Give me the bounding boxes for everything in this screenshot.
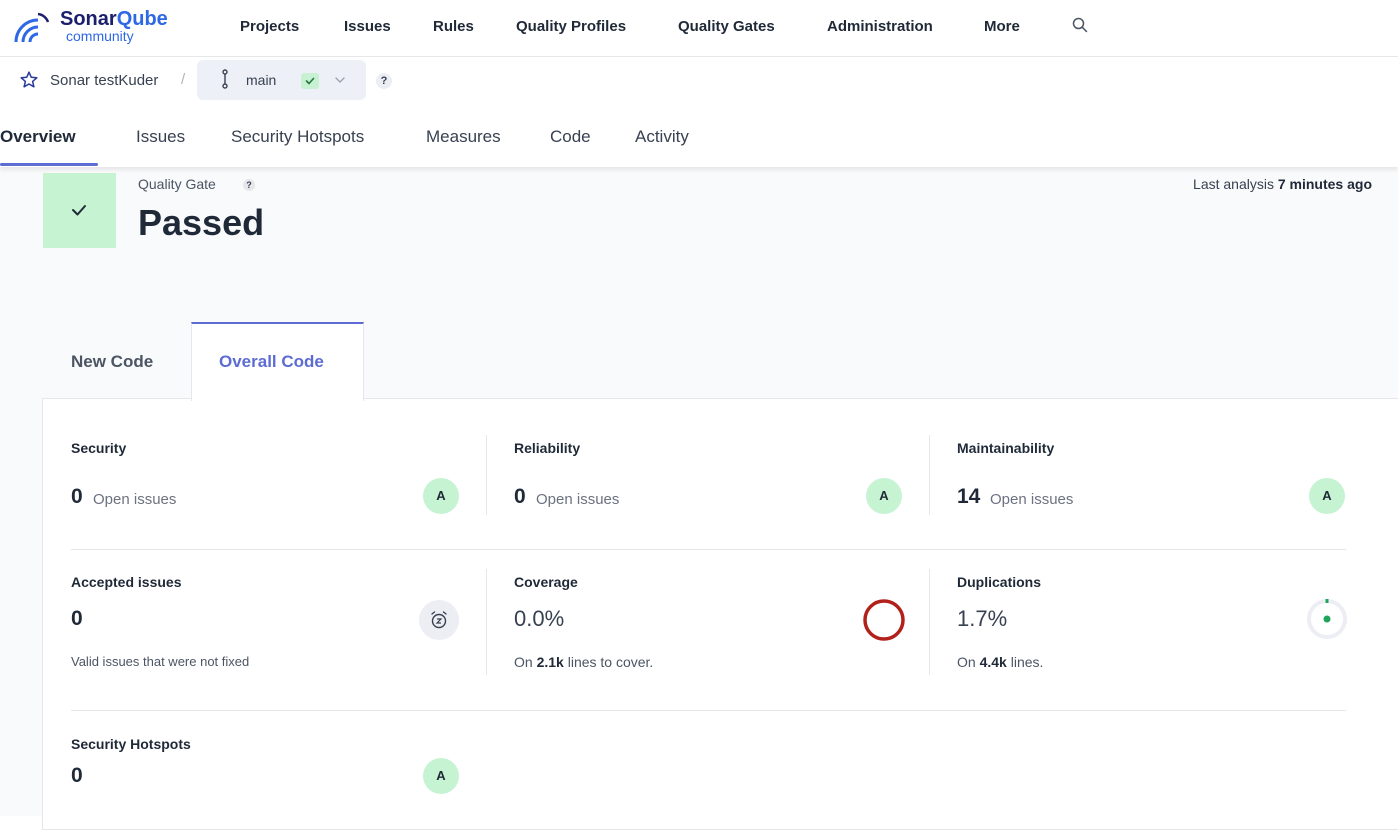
snooze-clock-badge: [419, 600, 459, 640]
tab-code[interactable]: Code: [550, 126, 591, 148]
branch-status-badge: [301, 73, 319, 89]
metric-note: Valid issues that were not fixed: [71, 654, 250, 669]
sonarqube-logo[interactable]: SonarQube community: [12, 6, 192, 50]
tab-overview[interactable]: Overview: [0, 126, 76, 148]
breadcrumb: Sonar testKuder / main ?: [0, 57, 1398, 106]
divider: [71, 710, 1346, 711]
project-tabs: Overview Issues Security Hotspots Measur…: [0, 105, 1398, 167]
metric-value[interactable]: 0.0%: [514, 607, 564, 631]
nav-issues[interactable]: Issues: [344, 17, 391, 37]
metric-title: Accepted issues: [71, 574, 182, 590]
tab-issues[interactable]: Issues: [136, 126, 185, 148]
nav-quality-profiles[interactable]: Quality Profiles: [516, 17, 626, 37]
metric-unit: Open issues: [990, 491, 1074, 508]
metric-value[interactable]: 0: [71, 764, 83, 788]
nav-administration[interactable]: Administration: [827, 17, 933, 37]
help-icon[interactable]: ?: [376, 73, 392, 89]
breadcrumb-separator: /: [181, 71, 186, 88]
last-analysis: Last analysis 7 minutes ago: [1193, 176, 1372, 192]
quality-gate-status: Passed: [138, 202, 265, 243]
active-tab-indicator: [0, 163, 98, 166]
measures-card: Security 0 Open issues A Reliability 0 O…: [42, 398, 1398, 830]
branch-selector[interactable]: main: [197, 60, 366, 100]
snooze-clock-icon: [431, 611, 447, 629]
rating-badge[interactable]: A: [423, 758, 459, 794]
nav-quality-gates[interactable]: Quality Gates: [678, 17, 775, 37]
divider: [486, 435, 487, 515]
top-navigation: SonarQube community Projects Issues Rule…: [0, 0, 1398, 57]
tab-new-code[interactable]: New Code: [71, 351, 153, 373]
metric-value[interactable]: 14: [957, 485, 980, 509]
logo-edition: community: [66, 28, 134, 44]
project-name[interactable]: Sonar testKuder: [50, 72, 158, 89]
star-icon[interactable]: [19, 70, 39, 90]
metric-note: On 2.1k lines to cover.: [514, 654, 654, 670]
nav-projects[interactable]: Projects: [240, 17, 299, 37]
divider: [929, 435, 930, 515]
overview-content: Quality Gate ? Passed Last analysis 7 mi…: [0, 167, 1398, 830]
metric-value[interactable]: 0: [71, 485, 83, 509]
metric-unit: Open issues: [93, 491, 177, 508]
metric-unit: Open issues: [536, 491, 620, 508]
duplication-dot-icon: [1307, 599, 1347, 639]
metric-title: Security: [71, 440, 127, 456]
tab-measures[interactable]: Measures: [426, 126, 501, 148]
divider: [486, 569, 487, 675]
tab-overall-code[interactable]: Overall Code: [219, 351, 324, 373]
sonarqube-logo-icon: [14, 12, 50, 43]
quality-gate-status-icon: [43, 173, 116, 248]
metric-value[interactable]: 0: [71, 607, 83, 631]
chevron-down-icon: [335, 77, 345, 83]
logo-wordmark: SonarQube: [60, 8, 168, 30]
divider: [929, 569, 930, 675]
coverage-ring-icon: [863, 599, 905, 641]
rating-badge[interactable]: A: [1309, 478, 1345, 514]
divider: [71, 549, 1346, 550]
last-analysis-time: 7 minutes ago: [1277, 176, 1372, 192]
tab-activity[interactable]: Activity: [635, 126, 689, 148]
search-icon[interactable]: [1071, 16, 1089, 34]
branch-icon: [222, 69, 228, 89]
help-icon[interactable]: ?: [243, 179, 255, 191]
rating-badge[interactable]: A: [423, 478, 459, 514]
metric-note: On 4.4k lines.: [957, 654, 1044, 670]
branch-name: main: [246, 72, 277, 88]
nav-more[interactable]: More: [984, 17, 1020, 37]
check-icon: [305, 77, 315, 85]
metric-title: Coverage: [514, 574, 578, 590]
nav-rules[interactable]: Rules: [433, 17, 474, 37]
metric-value[interactable]: 1.7%: [957, 607, 1007, 631]
quality-gate-label: Quality Gate: [138, 176, 216, 192]
metric-title: Duplications: [957, 574, 1042, 590]
metric-value[interactable]: 0: [514, 485, 526, 509]
tab-security-hotspots[interactable]: Security Hotspots: [231, 126, 364, 148]
metric-title: Reliability: [514, 440, 581, 456]
check-icon: [72, 205, 86, 216]
rating-badge[interactable]: A: [866, 478, 902, 514]
metric-title: Security Hotspots: [71, 736, 191, 752]
metric-title: Maintainability: [957, 440, 1055, 456]
